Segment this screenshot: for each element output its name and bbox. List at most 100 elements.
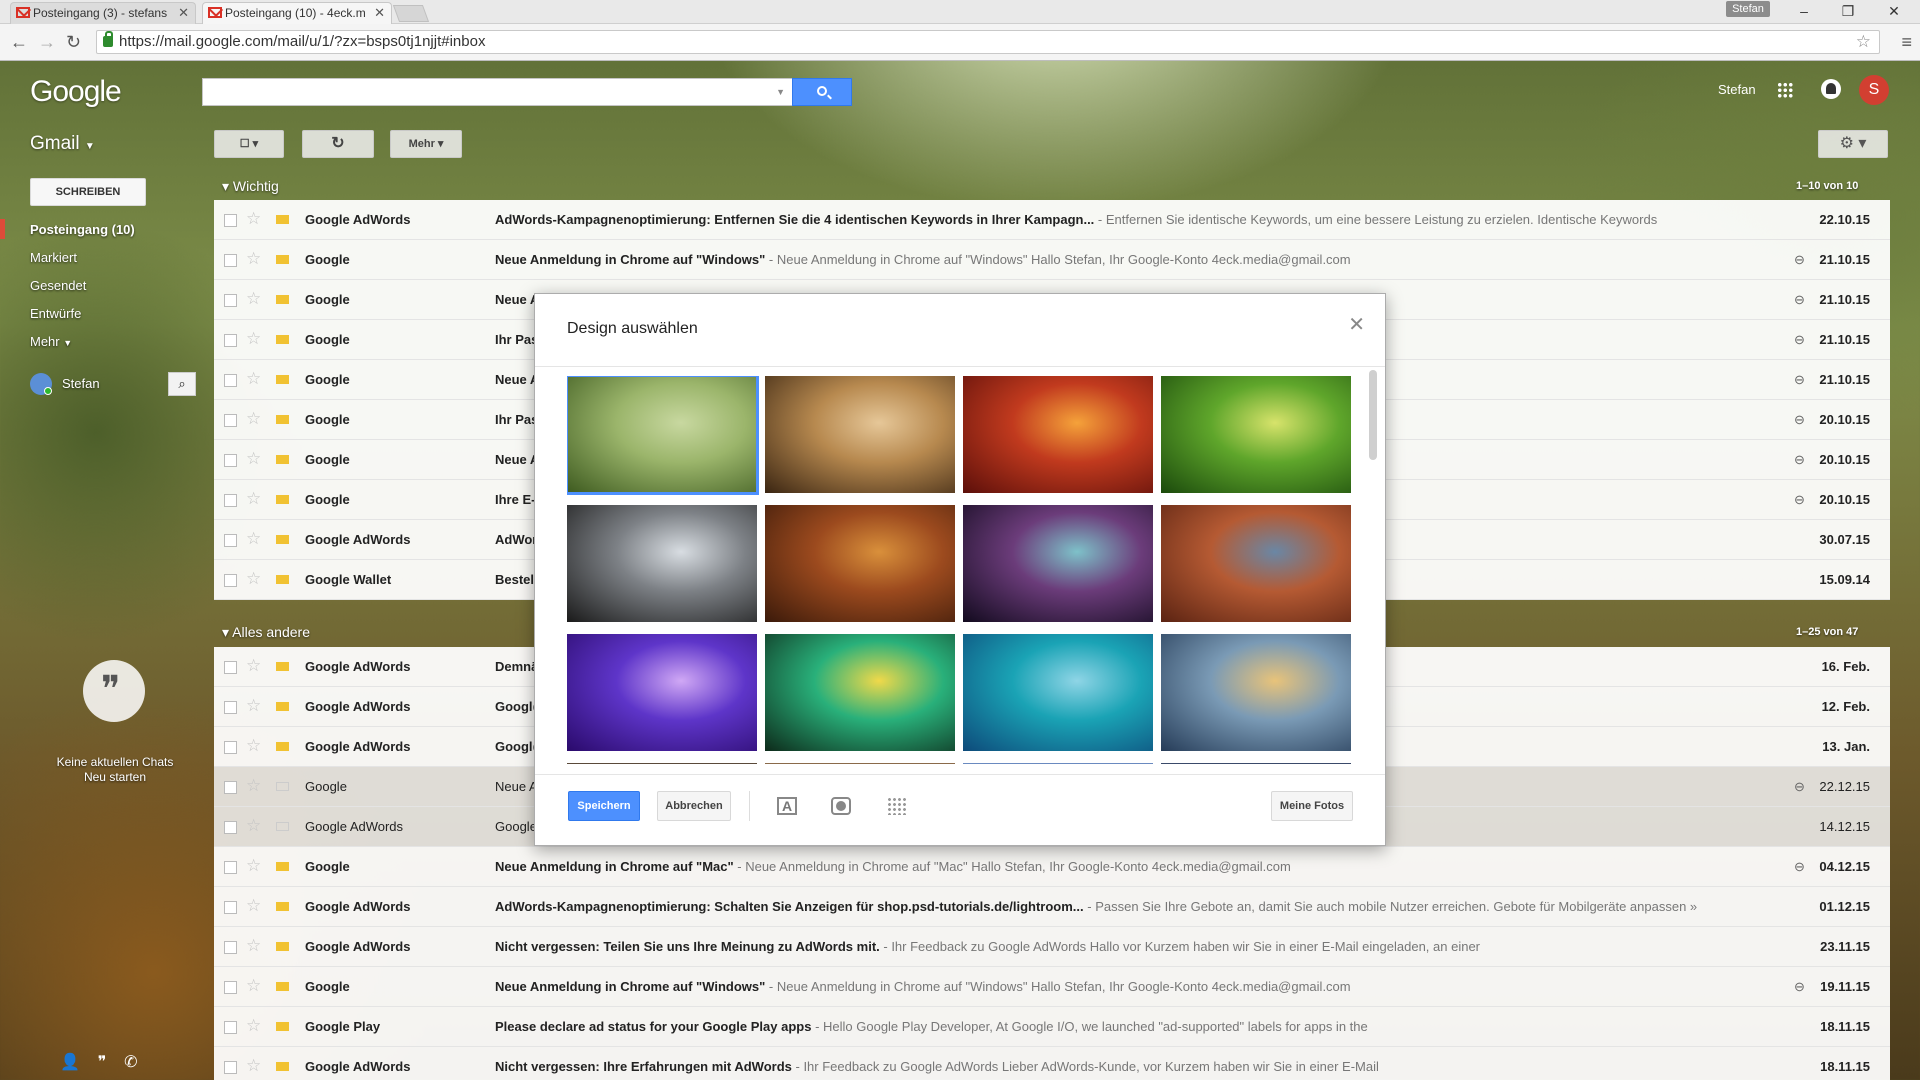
- blur-icon[interactable]: [887, 797, 907, 815]
- row-checkbox[interactable]: [224, 1061, 237, 1074]
- theme-thumbnail[interactable]: [765, 763, 955, 764]
- important-marker-icon[interactable]: [276, 335, 289, 344]
- theme-thumbnail-grand-canyon[interactable]: [1161, 505, 1351, 622]
- important-marker-icon[interactable]: [276, 902, 289, 911]
- star-icon[interactable]: ☆: [246, 976, 261, 996]
- search-button[interactable]: [792, 78, 852, 106]
- important-marker-icon[interactable]: [276, 742, 289, 751]
- row-checkbox[interactable]: [224, 661, 237, 674]
- section-others-header[interactable]: ▾ Alles andere: [222, 624, 310, 641]
- person-icon[interactable]: 👤: [60, 1054, 80, 1071]
- theme-thumbnail[interactable]: [963, 763, 1153, 764]
- theme-thumbnail-chess[interactable]: [765, 376, 955, 493]
- email-row[interactable]: ☆ Google Neue Anmeldung in Chrome auf "Mac…: [214, 847, 1890, 887]
- email-row[interactable]: ☆ Google AdWords Nicht vergessen: Ihre Erf…: [214, 1047, 1890, 1080]
- star-icon[interactable]: ☆: [246, 816, 261, 836]
- browser-profile-badge[interactable]: Stefan: [1726, 1, 1770, 17]
- email-row[interactable]: ☆ Google Neue Anmeldung in Chrome auf "Win…: [214, 240, 1890, 280]
- star-icon[interactable]: ☆: [246, 489, 261, 509]
- cancel-button[interactable]: Abbrechen: [657, 791, 731, 821]
- search-options-icon[interactable]: ▼: [776, 87, 785, 97]
- sidebar-item-inbox[interactable]: Posteingang (10): [30, 222, 135, 237]
- star-icon[interactable]: ☆: [246, 1056, 261, 1076]
- email-row[interactable]: ☆ Google AdWords Nicht vergessen: Teilen S…: [214, 927, 1890, 967]
- theme-thumbnail-forest[interactable]: [567, 376, 759, 495]
- sidebar-item-sent[interactable]: Gesendet: [30, 278, 86, 293]
- reload-icon[interactable]: ↻: [66, 32, 81, 53]
- browser-menu-icon[interactable]: ≡: [1901, 32, 1912, 53]
- compose-button[interactable]: SCHREIBEN: [30, 178, 146, 206]
- address-bar[interactable]: https://mail.google.com/mail/u/1/?zx=bsp…: [96, 30, 1880, 54]
- important-marker-icon[interactable]: [276, 455, 289, 464]
- header-user-name[interactable]: Stefan: [1718, 82, 1756, 97]
- star-icon[interactable]: ☆: [246, 1016, 261, 1036]
- row-checkbox[interactable]: [224, 1021, 237, 1034]
- important-marker-icon[interactable]: [276, 255, 289, 264]
- row-checkbox[interactable]: [224, 861, 237, 874]
- star-icon[interactable]: ☆: [246, 209, 261, 229]
- more-button[interactable]: Mehr ▾: [390, 130, 462, 158]
- close-tab-icon[interactable]: ✕: [374, 3, 385, 23]
- row-checkbox[interactable]: [224, 334, 237, 347]
- important-marker-icon[interactable]: [276, 295, 289, 304]
- new-start-link[interactable]: Neu starten: [40, 770, 190, 785]
- email-row[interactable]: ☆ Google AdWords AdWords-Kampagnenoptimier…: [214, 887, 1890, 927]
- email-row[interactable]: ☆ Google Play Please declare ad status for…: [214, 1007, 1890, 1047]
- vignette-icon[interactable]: [831, 797, 851, 815]
- row-checkbox[interactable]: [224, 294, 237, 307]
- bookmark-star-icon[interactable]: ☆: [1856, 31, 1871, 53]
- important-marker-icon[interactable]: [276, 782, 289, 791]
- text-background-icon[interactable]: A: [777, 797, 797, 815]
- important-marker-icon[interactable]: [276, 495, 289, 504]
- star-icon[interactable]: ☆: [246, 529, 261, 549]
- star-icon[interactable]: ☆: [246, 289, 261, 309]
- sidebar-item-more[interactable]: Mehr ▼: [30, 334, 72, 349]
- important-marker-icon[interactable]: [276, 535, 289, 544]
- back-icon[interactable]: ←: [10, 32, 28, 53]
- row-checkbox[interactable]: [224, 941, 237, 954]
- star-icon[interactable]: ☆: [246, 329, 261, 349]
- star-icon[interactable]: ☆: [246, 569, 261, 589]
- theme-thumbnail-autumn-leaves[interactable]: [765, 505, 955, 622]
- row-checkbox[interactable]: [224, 534, 237, 547]
- email-row[interactable]: ☆ Google Neue Anmeldung in Chrome auf "Win…: [214, 967, 1890, 1007]
- theme-thumbnail-rainbow-drop[interactable]: [765, 634, 955, 751]
- theme-thumbnail-canyon-red[interactable]: [963, 376, 1153, 493]
- important-marker-icon[interactable]: [276, 215, 289, 224]
- account-avatar[interactable]: S: [1859, 75, 1889, 105]
- new-tab-button[interactable]: [392, 5, 430, 22]
- row-checkbox[interactable]: [224, 494, 237, 507]
- important-marker-icon[interactable]: [276, 415, 289, 424]
- important-marker-icon[interactable]: [276, 942, 289, 951]
- forward-icon[interactable]: →: [38, 32, 56, 53]
- important-marker-icon[interactable]: [276, 1062, 289, 1071]
- theme-thumbnail-caterpillar[interactable]: [1161, 376, 1351, 493]
- theme-thumbnail-jellyfish[interactable]: [567, 634, 757, 751]
- my-photos-button[interactable]: Meine Fotos: [1271, 791, 1353, 821]
- sidebar-item-starred[interactable]: Markiert: [30, 250, 77, 265]
- email-row[interactable]: ☆ Google AdWords AdWords-Kampagnenoptimier…: [214, 200, 1890, 240]
- apps-grid-icon[interactable]: [1777, 82, 1793, 98]
- row-checkbox[interactable]: [224, 454, 237, 467]
- row-checkbox[interactable]: [224, 254, 237, 267]
- important-marker-icon[interactable]: [276, 862, 289, 871]
- theme-thumbnail-pipes[interactable]: [567, 505, 757, 622]
- star-icon[interactable]: ☆: [246, 369, 261, 389]
- important-marker-icon[interactable]: [276, 375, 289, 384]
- row-checkbox[interactable]: [224, 821, 237, 834]
- row-checkbox[interactable]: [224, 781, 237, 794]
- star-icon[interactable]: ☆: [246, 736, 261, 756]
- hangouts-icon[interactable]: [83, 660, 145, 722]
- row-checkbox[interactable]: [224, 901, 237, 914]
- row-checkbox[interactable]: [224, 414, 237, 427]
- row-checkbox[interactable]: [224, 701, 237, 714]
- star-icon[interactable]: ☆: [246, 409, 261, 429]
- theme-thumbnail-beach[interactable]: [1161, 634, 1351, 751]
- row-checkbox[interactable]: [224, 574, 237, 587]
- star-icon[interactable]: ☆: [246, 449, 261, 469]
- gmail-menu[interactable]: Gmail ▼: [30, 133, 95, 155]
- browser-tab-2[interactable]: Posteingang (10) - 4eck.m ✕: [202, 2, 392, 24]
- window-close-icon[interactable]: ✕: [1872, 0, 1916, 22]
- sidebar-item-drafts[interactable]: Entwürfe: [30, 306, 81, 321]
- refresh-button[interactable]: ↻: [302, 130, 374, 158]
